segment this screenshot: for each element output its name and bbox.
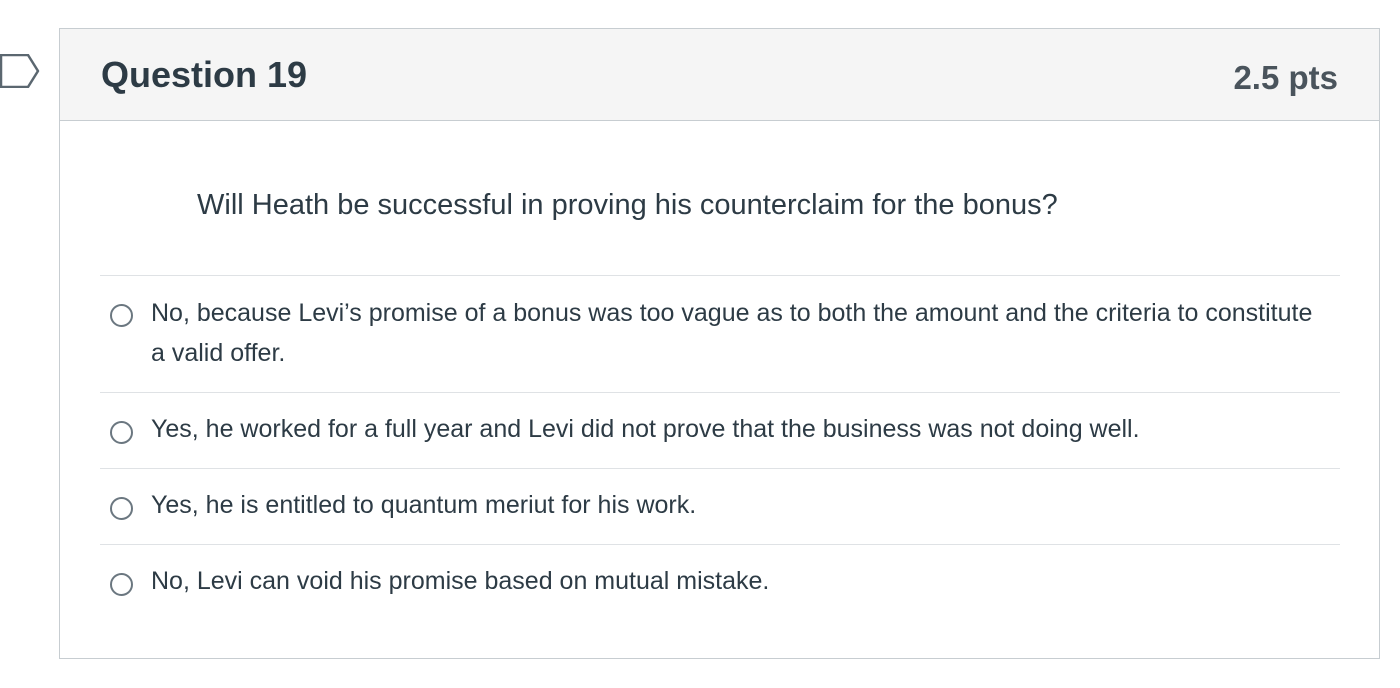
answer-option[interactable]: Yes, he is entitled to quantum meriut fo… (100, 468, 1340, 544)
answer-label[interactable]: No, because Levi’s promise of a bonus wa… (151, 293, 1320, 373)
answer-label[interactable]: No, Levi can void his promise based on m… (151, 561, 1320, 601)
answer-list: No, because Levi’s promise of a bonus wa… (100, 275, 1340, 620)
question-points: 2.5 pts (1233, 59, 1338, 96)
answer-label[interactable]: Yes, he is entitled to quantum meriut fo… (151, 485, 1320, 525)
answer-option[interactable]: Yes, he worked for a full year and Levi … (100, 392, 1340, 468)
radio-button[interactable] (110, 573, 133, 596)
question-header: Question 19 2.5 pts (60, 29, 1379, 121)
radio-button[interactable] (110, 497, 133, 520)
answer-label[interactable]: Yes, he worked for a full year and Levi … (151, 409, 1320, 449)
radio-button[interactable] (110, 304, 133, 327)
answer-option[interactable]: No, Levi can void his promise based on m… (100, 544, 1340, 620)
question-text: Will Heath be successful in proving his … (197, 189, 1058, 221)
answer-option[interactable]: No, because Levi’s promise of a bonus wa… (100, 275, 1340, 392)
question-card: Question 19 2.5 pts Will Heath be succes… (59, 28, 1380, 659)
question-title: Question 19 (101, 54, 308, 95)
flag-question-icon[interactable] (0, 54, 40, 88)
radio-button[interactable] (110, 421, 133, 444)
